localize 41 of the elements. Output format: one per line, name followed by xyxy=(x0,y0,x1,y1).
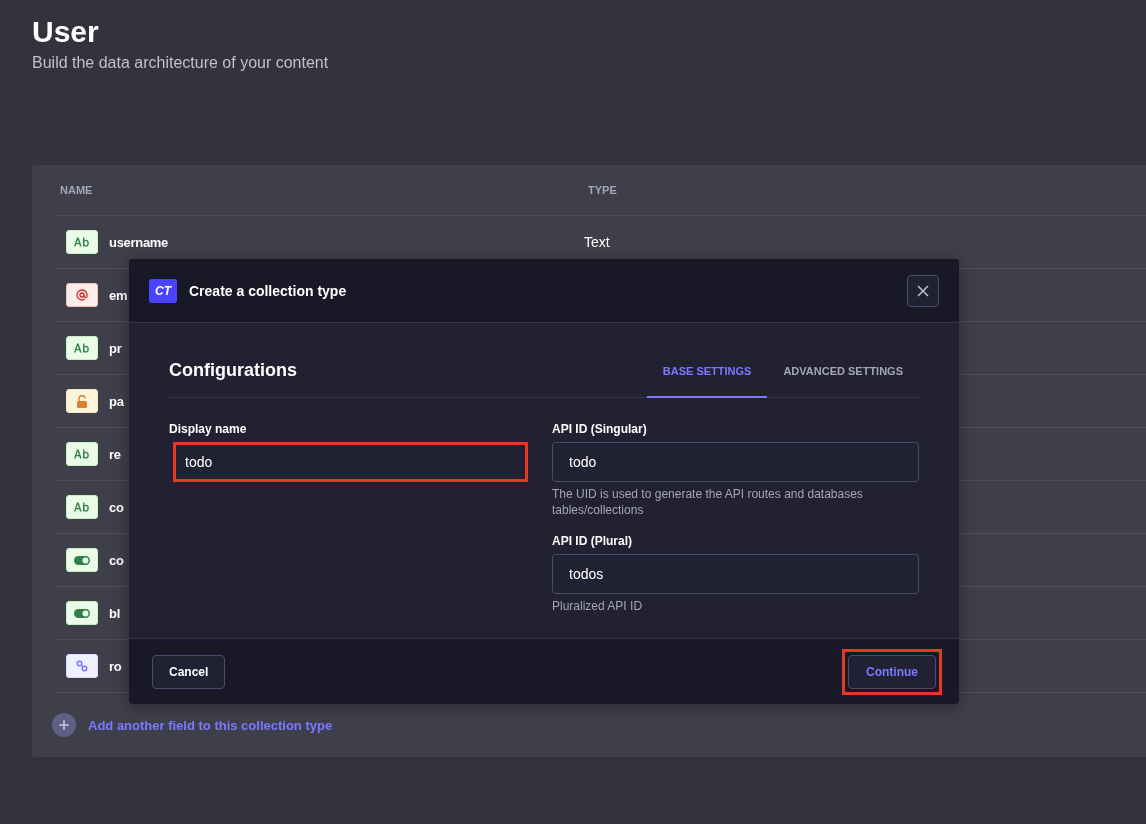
settings-tab[interactable]: ADVANCED SETTINGS xyxy=(767,357,919,398)
field-name: co xyxy=(109,499,124,515)
field-name: bl xyxy=(109,605,120,621)
text-input[interactable]: todo xyxy=(552,442,919,482)
field-label: API ID (Plural) xyxy=(552,534,633,548)
field-type: Text xyxy=(584,234,610,250)
section-title: Configurations xyxy=(169,360,298,382)
column-header: TYPE xyxy=(587,184,618,196)
field-label: Display name xyxy=(169,422,248,436)
plus-icon[interactable] xyxy=(52,713,76,737)
page-title: User xyxy=(32,14,100,50)
column-header: NAME xyxy=(59,184,94,196)
text-field-icon xyxy=(66,442,98,466)
toggle-icon xyxy=(66,548,98,572)
continue-button[interactable]: Continue xyxy=(848,654,936,689)
cancel-button[interactable]: Cancel xyxy=(152,654,226,689)
field-name: pa xyxy=(109,393,124,409)
link-icon xyxy=(66,654,98,678)
text-field-icon xyxy=(66,495,98,519)
toggle-icon xyxy=(66,601,98,625)
dialog-title: Create a collection type xyxy=(189,282,348,299)
close-icon xyxy=(917,284,929,297)
field-name: username xyxy=(109,234,169,250)
page-subtitle: Build the data architecture of your content xyxy=(32,54,329,72)
text-input[interactable]: todos xyxy=(552,554,919,594)
close-button[interactable] xyxy=(907,274,939,307)
field-name: pr xyxy=(109,340,122,356)
field-name: re xyxy=(109,446,121,462)
field-hint: Pluralized API ID xyxy=(552,598,644,614)
text-field-icon xyxy=(66,230,98,254)
settings-tab[interactable]: BASE SETTINGS xyxy=(646,357,768,398)
text-input[interactable]: todo xyxy=(173,442,528,482)
field-label: API ID (Singular) xyxy=(552,422,648,436)
at-sign-icon xyxy=(66,283,98,307)
padlock-icon xyxy=(66,389,98,413)
field-hint: The UID is used to generate the API routes and databases tables/collections xyxy=(552,486,864,518)
field-name: ro xyxy=(109,658,122,674)
collection-type-badge: CT xyxy=(149,278,177,303)
field-name: em xyxy=(109,287,128,303)
text-field-icon xyxy=(66,336,98,360)
field-name: co xyxy=(109,552,124,568)
